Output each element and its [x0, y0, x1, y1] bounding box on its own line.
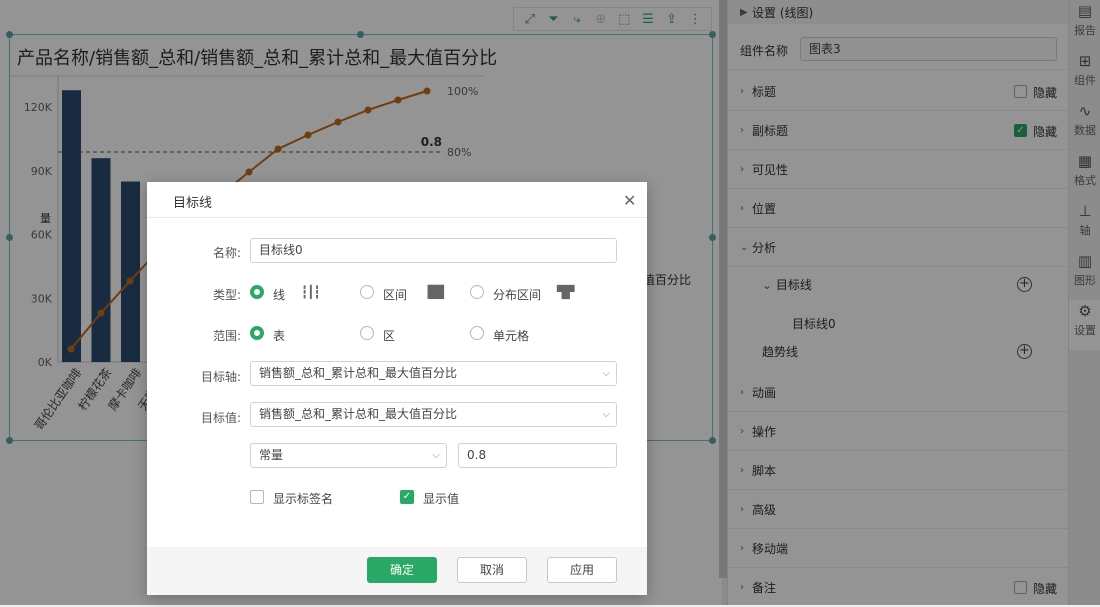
target-value-select[interactable]: 销售额_总和_累计总和_最大值百分比 ⌵ — [250, 402, 617, 427]
type-distribution-label: 分布区间 — [493, 288, 542, 302]
type-distribution-radio[interactable] — [470, 285, 484, 299]
cancel-button[interactable]: 取消 — [457, 557, 527, 583]
dialog-footer: 确定 取消 应用 — [147, 547, 647, 595]
value-mode-value: 常量 — [259, 448, 284, 462]
line-target-icon: ┇┃┇ — [301, 285, 321, 299]
range-label: 范围: — [212, 329, 241, 343]
band-target-icon: ▐█▌ — [423, 285, 449, 299]
show-value-label: 显示值 — [423, 492, 460, 506]
name-input[interactable]: 目标线0 — [250, 238, 617, 263]
type-band-radio[interactable] — [360, 285, 374, 299]
show-value-checkbox[interactable]: ✓ — [400, 490, 414, 504]
name-label: 名称: — [212, 246, 241, 260]
type-band-label: 区间 — [383, 288, 408, 302]
range-table-label: 表 — [273, 329, 286, 343]
target-axis-value: 销售额_总和_累计总和_最大值百分比 — [259, 366, 458, 380]
range-cell-radio[interactable] — [470, 326, 484, 340]
close-icon[interactable]: ✕ — [623, 191, 636, 210]
dialog-title: 目标线 — [173, 196, 213, 211]
apply-button[interactable]: 应用 — [547, 557, 617, 583]
range-zone-radio[interactable] — [360, 326, 374, 340]
show-tag-label: 显示标签名 — [273, 492, 334, 506]
chevron-down-icon: ⌵ — [602, 409, 610, 420]
target-value-input[interactable]: 0.8 — [458, 443, 617, 468]
target-line-dialog: 目标线 ✕ 名称: 目标线0 类型: 线 ┇┃┇ 区间 ▐█▌ 分布区间 ▜▛ … — [147, 182, 647, 595]
type-line-radio[interactable] — [250, 285, 264, 299]
type-line-label: 线 — [273, 288, 286, 302]
ok-button[interactable]: 确定 — [367, 557, 437, 583]
show-tag-checkbox[interactable] — [250, 490, 264, 504]
target-axis-select[interactable]: 销售额_总和_累计总和_最大值百分比 ⌵ — [250, 361, 617, 386]
range-cell-label: 单元格 — [493, 329, 530, 343]
chevron-down-icon: ⌵ — [432, 450, 440, 461]
target-axis-label: 目标轴: — [200, 370, 241, 384]
dialog-header: 目标线 ✕ — [147, 182, 647, 218]
type-label: 类型: — [212, 288, 241, 302]
target-value-field: 销售额_总和_累计总和_最大值百分比 — [259, 407, 458, 421]
value-mode-select[interactable]: 常量 ⌵ — [250, 443, 447, 468]
range-zone-label: 区 — [383, 329, 396, 343]
target-value-label: 目标值: — [200, 411, 241, 425]
distribution-target-icon: ▜▛ — [557, 285, 574, 299]
range-table-radio[interactable] — [250, 326, 264, 340]
chevron-down-icon: ⌵ — [602, 368, 610, 379]
